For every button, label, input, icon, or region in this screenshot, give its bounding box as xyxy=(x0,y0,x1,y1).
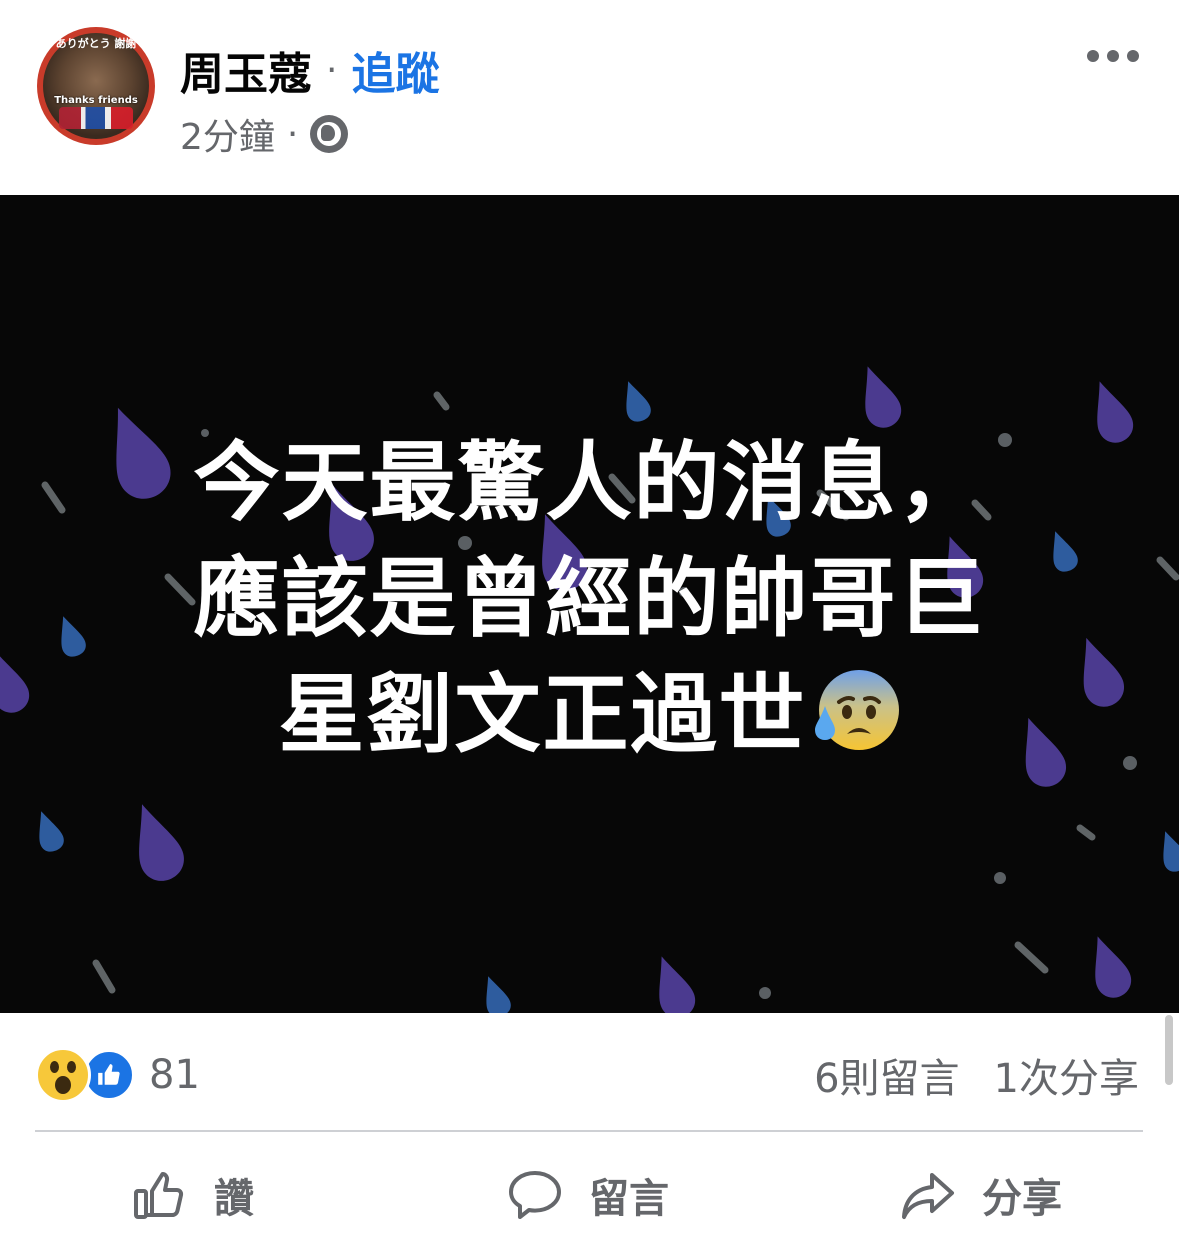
post-timestamp[interactable]: 2分鐘 xyxy=(180,108,275,160)
post-text-line-3: 星劉文正過世 xyxy=(0,657,1179,773)
post-image[interactable]: 今天最驚人的消息， 應該是曾經的帥哥巨 星劉文正過世 xyxy=(0,195,1179,1013)
name-separator: · xyxy=(326,49,338,91)
author-avatar[interactable]: ありがとう 謝謝 Thanks friends xyxy=(37,27,155,145)
comment-button[interactable]: 留言 xyxy=(507,1150,669,1240)
engagement-stats: 6則留言 1次分享 xyxy=(814,1045,1139,1105)
post-meta: 2分鐘 · xyxy=(180,108,349,160)
reaction-count: 81 xyxy=(149,1052,200,1098)
divider xyxy=(35,1130,1143,1132)
comment-label: 留言 xyxy=(589,1176,669,1222)
author-name[interactable]: 周玉蔻 xyxy=(180,38,312,102)
post-text-line-3-text: 星劉文正過世 xyxy=(278,665,807,765)
action-bar: 讚 留言 分享 xyxy=(0,1150,1179,1240)
share-arrow-icon xyxy=(900,1167,956,1223)
avatar-caption: Thanks friends xyxy=(54,95,138,106)
anxious-face-with-sweat-icon xyxy=(813,666,901,754)
comment-count[interactable]: 6則留言 xyxy=(814,1046,959,1104)
like-label: 讚 xyxy=(214,1176,254,1222)
wow-icon xyxy=(35,1047,91,1103)
share-label: 分享 xyxy=(982,1176,1062,1222)
post-text-line-2: 應該是曾經的帥哥巨 xyxy=(193,549,986,649)
scrollbar[interactable] xyxy=(1165,1015,1173,1085)
comment-bubble-icon xyxy=(507,1167,563,1223)
avatar-flags xyxy=(59,107,133,129)
follow-button[interactable]: 追蹤 xyxy=(351,38,439,102)
avatar-badge-text: ありがとう 謝謝 xyxy=(55,37,137,50)
share-button[interactable]: 分享 xyxy=(900,1150,1062,1240)
post-header: ありがとう 謝謝 Thanks friends 周玉蔻 · 追蹤 2分鐘 · xyxy=(0,0,1179,195)
like-button[interactable]: 讚 xyxy=(132,1150,254,1240)
author-row: 周玉蔻 · 追蹤 xyxy=(180,40,439,100)
thumbs-up-icon xyxy=(132,1167,188,1223)
meta-separator: · xyxy=(286,113,299,155)
globe-icon xyxy=(310,115,349,153)
more-options-icon[interactable] xyxy=(1087,50,1139,62)
post-text-line-1: 今天最驚人的消息， xyxy=(193,433,986,533)
post-text: 今天最驚人的消息， 應該是曾經的帥哥巨 星劉文正過世 xyxy=(0,425,1179,773)
reaction-summary[interactable]: 81 xyxy=(35,1045,200,1105)
share-count[interactable]: 1次分享 xyxy=(994,1046,1139,1104)
